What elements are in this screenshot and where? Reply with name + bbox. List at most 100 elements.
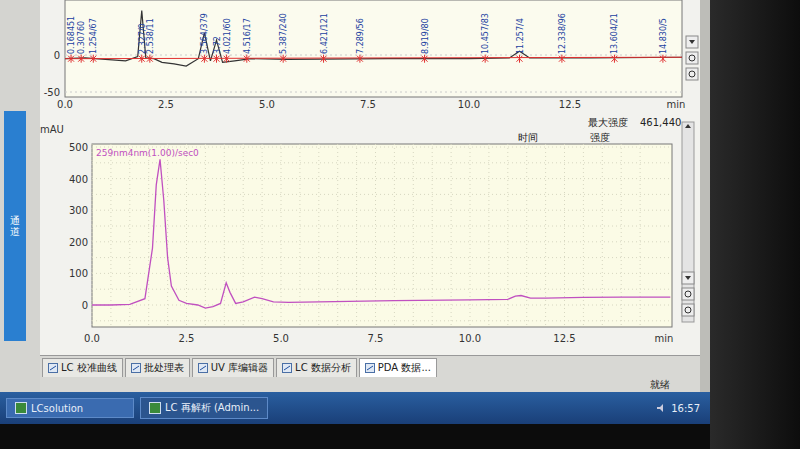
x-tick: 7.5 (360, 99, 376, 110)
trace-line (92, 159, 670, 308)
peak-marker-icon (482, 55, 488, 63)
peak-label: 6.421/121 (320, 13, 329, 54)
peak-marker-icon (422, 55, 428, 63)
grid-line (356, 144, 357, 327)
zoom-button[interactable] (682, 288, 694, 300)
grid-line (65, 92, 682, 93)
taskbar-item[interactable]: LCsolution (6, 398, 134, 418)
zoom-icon (689, 55, 695, 61)
peak-marker-icon (68, 55, 74, 63)
peak-label: 12.338/96 (558, 13, 567, 54)
grid-line (92, 289, 672, 290)
tab[interactable]: LC 数据分析 (276, 358, 357, 377)
scrollbar[interactable] (682, 122, 694, 322)
speaker-icon (656, 403, 666, 413)
taskbar-item[interactable]: LC 再解析 (Admin... (140, 397, 268, 419)
tab[interactable]: 批处理表 (125, 358, 190, 377)
peak-marker-icon (611, 55, 617, 63)
taskbar: LCsolution LC 再解析 (Admin... 16:57 (0, 392, 710, 424)
max-label: 最大强度 (588, 117, 628, 128)
grid-line (92, 178, 672, 179)
grid-line (432, 144, 433, 327)
series-legend: 259nm4nm(1.00)/sec0 (96, 148, 199, 158)
system-tray: 16:57 (656, 403, 704, 414)
monitor-bezel (710, 0, 800, 449)
tab-label: LC 数据分析 (295, 361, 351, 375)
scroll-button[interactable] (682, 272, 694, 284)
tab-label: PDA 数据... (378, 361, 431, 375)
arrow-down-icon (685, 276, 691, 280)
taskbar-label: LCsolution (31, 403, 83, 414)
tab[interactable]: UV 库编辑器 (192, 358, 274, 377)
tab[interactable]: PDA 数据... (359, 358, 437, 377)
peak-label: 8.919/80 (421, 18, 430, 54)
top-chromatogram: 0-500.02.55.07.510.012.5min0.1684510.307… (40, 0, 700, 112)
grid-line (281, 144, 282, 327)
y-tick: 300 (69, 205, 88, 216)
tab-icon (48, 363, 58, 373)
peak-marker-icon (660, 55, 666, 63)
grid-line (129, 144, 130, 327)
tab-icon (131, 363, 141, 373)
content: 0-500.02.55.07.510.012.5min0.1684510.307… (40, 0, 700, 392)
peak-label: 14.830/5 (659, 18, 668, 54)
tab-label: UV 库编辑器 (211, 361, 268, 375)
peak-label: 2.538/11 (146, 18, 155, 54)
channel-bar[interactable]: 通道 (4, 111, 26, 341)
grid-line (92, 241, 672, 242)
tab-icon (282, 363, 292, 373)
x-unit: min (667, 99, 686, 110)
x-tick: 12.5 (553, 333, 575, 344)
grid-line (262, 144, 263, 327)
taskbar-label: LC 再解析 (Admin... (165, 401, 259, 415)
status-bar: 就绪 (40, 377, 700, 392)
peak-marker-icon (321, 55, 327, 63)
peak-marker-icon (244, 55, 250, 63)
peak-marker-icon (90, 55, 96, 63)
grid-line (92, 144, 93, 327)
x-tick: 5.0 (273, 333, 289, 344)
peak-marker-icon (201, 55, 207, 63)
grid-line (92, 273, 672, 274)
grid-line (148, 144, 149, 327)
scroll-button[interactable] (686, 36, 698, 48)
x-tick: 5.0 (259, 99, 275, 110)
x-unit: min (655, 333, 674, 344)
peak-label: 0.30760 (77, 21, 86, 54)
grid-line (65, 55, 682, 56)
peak-marker-icon (559, 55, 565, 63)
grid-line (92, 194, 672, 195)
y-tick: 200 (69, 237, 88, 248)
zoom-button[interactable] (686, 68, 698, 80)
peak-marker-icon (224, 55, 230, 63)
peak-label: 5.387/240 (279, 13, 288, 54)
grid-line (92, 226, 672, 227)
tab[interactable]: LC 校准曲线 (42, 358, 123, 377)
grid-line (545, 144, 546, 327)
grid-line (318, 144, 319, 327)
x-tick: 0.0 (84, 333, 100, 344)
grid-line (92, 162, 672, 163)
status-text: 就绪 (650, 378, 670, 392)
grid-line (92, 320, 672, 321)
peak-label: 1.254/67 (89, 18, 98, 54)
app-window: 通道0-500.02.55.07.510.012.5min0.1684510.3… (0, 0, 710, 392)
zoom-button[interactable] (682, 304, 694, 316)
x-tick: 0.0 (57, 99, 73, 110)
zoom-icon (685, 307, 691, 313)
grid-line (640, 144, 641, 327)
grid-line (299, 144, 300, 327)
grid-line (186, 144, 187, 327)
arrow-up-icon (685, 124, 691, 128)
y-tick: 0 (82, 300, 88, 311)
zoom-icon (685, 291, 691, 297)
peak-label: 13.604/21 (610, 13, 619, 54)
grid-line (583, 144, 584, 327)
peak-marker-icon (280, 55, 286, 63)
peak-label: 7.289/56 (356, 18, 365, 54)
grid-line (564, 144, 565, 327)
x-tick: 12.5 (559, 99, 581, 110)
zoom-icon (689, 71, 695, 77)
grid-line (394, 144, 395, 327)
zoom-button[interactable] (686, 52, 698, 64)
